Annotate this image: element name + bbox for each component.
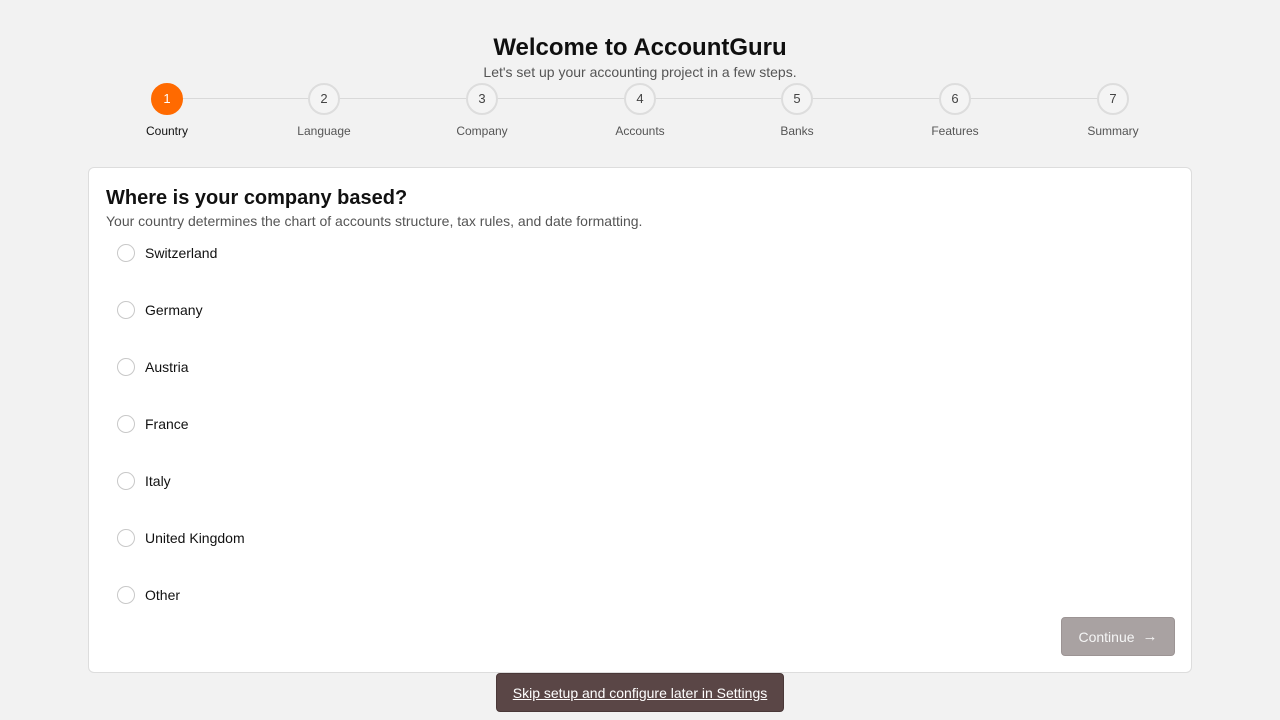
step-summary[interactable]: 7 Summary bbox=[1053, 83, 1173, 139]
option-switzerland[interactable]: Switzerland bbox=[117, 242, 245, 264]
continue-button[interactable]: Continue → bbox=[1061, 617, 1175, 656]
card-title: Where is your company based? bbox=[106, 187, 408, 209]
step-label: Country bbox=[145, 124, 189, 138]
step-number: 5 bbox=[781, 83, 813, 115]
step-language[interactable]: 2 Language bbox=[264, 83, 384, 139]
option-austria[interactable]: Austria bbox=[117, 356, 245, 378]
step-features[interactable]: 6 Features bbox=[895, 83, 1015, 139]
card-description: Your country determines the chart of acc… bbox=[106, 213, 643, 229]
step-label: Summary bbox=[1087, 124, 1139, 138]
step-accounts[interactable]: 4 Accounts bbox=[580, 83, 700, 139]
step-number: 7 bbox=[1097, 83, 1129, 115]
radio-button[interactable] bbox=[117, 244, 135, 262]
step-label: Features bbox=[931, 124, 979, 138]
stepper: 1 Country 2 Language 3 Company 4 Account… bbox=[88, 83, 1192, 143]
option-united-kingdom[interactable]: United Kingdom bbox=[117, 527, 245, 549]
radio-button[interactable] bbox=[117, 358, 135, 376]
radio-button[interactable] bbox=[117, 301, 135, 319]
country-card: Where is your company based? Your countr… bbox=[88, 167, 1192, 673]
radio-button[interactable] bbox=[117, 472, 135, 490]
step-number: 4 bbox=[624, 83, 656, 115]
option-other[interactable]: Other bbox=[117, 584, 245, 606]
step-company[interactable]: 3 Company bbox=[422, 83, 542, 139]
arrow-right-icon: → bbox=[1142, 628, 1158, 645]
option-germany[interactable]: Germany bbox=[117, 299, 245, 321]
step-country[interactable]: 1 Country bbox=[107, 83, 227, 139]
continue-label: Continue bbox=[1078, 628, 1135, 645]
option-label: Switzerland bbox=[145, 245, 218, 261]
step-label: Language bbox=[297, 124, 351, 138]
step-number: 2 bbox=[308, 83, 340, 115]
setup-wizard-page: Welcome to AccountGuru Let's set up your… bbox=[0, 0, 1280, 720]
step-label: Banks bbox=[780, 124, 814, 138]
step-number: 1 bbox=[151, 83, 183, 115]
option-italy[interactable]: Italy bbox=[117, 470, 245, 492]
option-label: Austria bbox=[145, 359, 189, 375]
page-title: Welcome to AccountGuru bbox=[493, 34, 787, 61]
option-label: Other bbox=[145, 587, 181, 603]
header: Welcome to AccountGuru Let's set up your… bbox=[0, 33, 1280, 81]
skip-setup-button[interactable]: Skip setup and configure later in Settin… bbox=[496, 673, 784, 712]
option-label: United Kingdom bbox=[145, 530, 245, 546]
step-banks[interactable]: 5 Banks bbox=[737, 83, 857, 139]
option-label: Italy bbox=[145, 473, 171, 489]
step-label: Company bbox=[456, 124, 508, 138]
page-subtitle: Let's set up your accounting project in … bbox=[483, 64, 797, 80]
radio-button[interactable] bbox=[117, 586, 135, 604]
step-label: Accounts bbox=[615, 124, 665, 138]
option-label: France bbox=[145, 416, 189, 432]
radio-button[interactable] bbox=[117, 415, 135, 433]
option-france[interactable]: France bbox=[117, 413, 245, 435]
step-number: 6 bbox=[939, 83, 971, 115]
step-number: 3 bbox=[466, 83, 498, 115]
radio-button[interactable] bbox=[117, 529, 135, 547]
option-label: Germany bbox=[145, 302, 203, 318]
country-options: Switzerland Germany Austria France Italy… bbox=[117, 242, 245, 641]
